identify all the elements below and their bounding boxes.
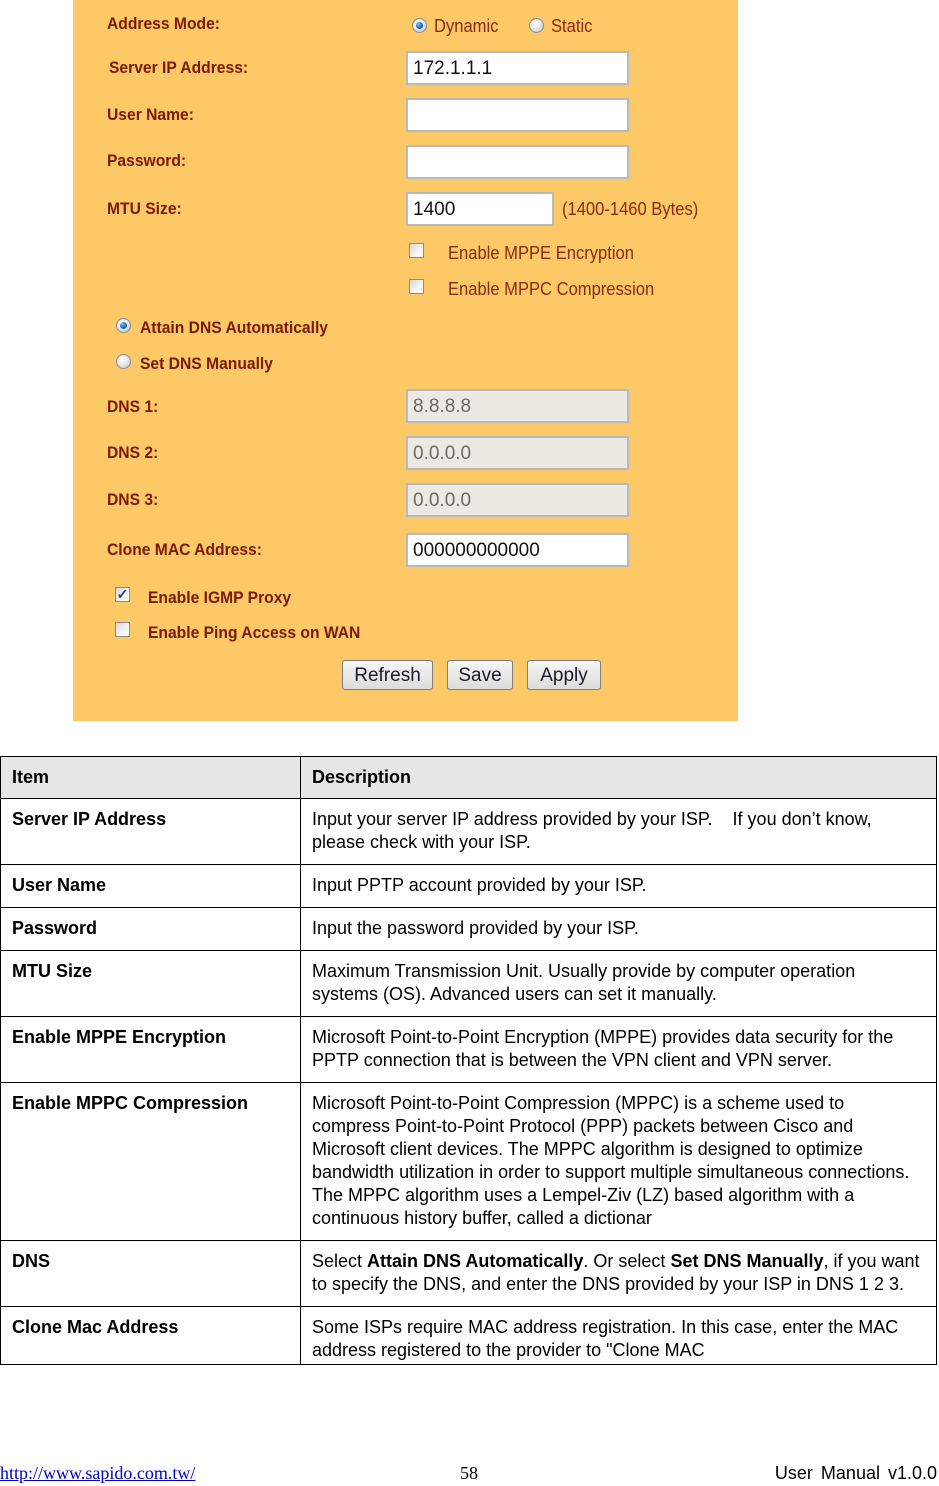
dns-manual-label[interactable]: Set DNS Manually <box>140 354 273 374</box>
row-item: MTU Size <box>0 950 301 1017</box>
dns2-input[interactable]: 0.0.0.0 <box>406 436 629 470</box>
save-button[interactable]: Save <box>447 660 513 690</box>
footer-website-link[interactable]: http://www.sapido.com.tw/ <box>0 1463 195 1484</box>
row-item: Enable MPPC Compression <box>0 1082 301 1241</box>
address-mode-dynamic-radio[interactable] <box>412 18 427 33</box>
table-row: Password Input the password provided by … <box>0 907 937 951</box>
table-row: MTU Size Maximum Transmission Unit. Usua… <box>0 950 937 1017</box>
table-row: Enable MPPC Compression Microsoft Point-… <box>0 1082 937 1241</box>
dns-auto-radio[interactable] <box>116 318 131 333</box>
row-description: Maximum Transmission Unit. Usually provi… <box>300 950 937 1017</box>
apply-button[interactable]: Apply <box>527 660 601 690</box>
clone-mac-input[interactable]: 000000000000 <box>406 533 629 567</box>
row-description: Microsoft Point-to-Point Compression (MP… <box>300 1082 937 1241</box>
dns2-label: DNS 2: <box>107 443 159 462</box>
table-row: Server IP Address Input your server IP a… <box>0 798 937 865</box>
igmp-proxy-label[interactable]: Enable IGMP Proxy <box>148 588 291 608</box>
server-ip-label: Server IP Address: <box>109 58 249 77</box>
row-item: Enable MPPE Encryption <box>0 1016 301 1083</box>
row-description: Select Attain DNS Automatically. Or sele… <box>300 1240 937 1307</box>
mtu-size-hint: (1400-1460 Bytes) <box>562 199 699 219</box>
row-description: Microsoft Point-to-Point Encryption (MPP… <box>300 1016 937 1083</box>
clone-mac-label: Clone MAC Address: <box>107 540 262 559</box>
dns3-label: DNS 3: <box>107 490 159 509</box>
mppe-encryption-checkbox[interactable] <box>409 243 424 258</box>
table-header-row: Item Description <box>0 756 937 799</box>
row-item: User Name <box>0 864 301 908</box>
refresh-button[interactable]: Refresh <box>342 660 433 690</box>
dns-desc-part: . Or select <box>583 1251 671 1271</box>
table-row: Clone Mac Address Some ISPs require MAC … <box>0 1306 937 1365</box>
dns1-label: DNS 1: <box>107 397 159 416</box>
table-row: Enable MPPE Encryption Microsoft Point-t… <box>0 1016 937 1083</box>
row-item: DNS <box>0 1240 301 1307</box>
table-row: DNS Select Attain DNS Automatically. Or … <box>0 1240 937 1307</box>
mppc-compression-checkbox[interactable] <box>409 279 424 294</box>
address-mode-label: Address Mode: <box>107 14 220 33</box>
row-item: Server IP Address <box>0 798 301 865</box>
address-mode-static-radio[interactable] <box>529 18 544 33</box>
row-item: Clone Mac Address <box>0 1306 301 1365</box>
address-mode-static-label[interactable]: Static <box>551 16 592 37</box>
table-row: User Name Input PPTP account provided by… <box>0 864 937 908</box>
dns3-input[interactable]: 0.0.0.0 <box>406 483 629 517</box>
server-ip-input[interactable]: 172.1.1.1 <box>406 51 629 85</box>
address-mode-dynamic-label[interactable]: Dynamic <box>434 16 498 37</box>
dns1-input[interactable]: 8.8.8.8 <box>406 389 629 423</box>
igmp-proxy-checkbox[interactable]: ✓ <box>115 587 130 602</box>
dns-desc-part-bold: Attain DNS Automatically <box>367 1251 584 1271</box>
ping-wan-checkbox[interactable] <box>115 622 130 637</box>
footer-page-number: 58 <box>460 1463 478 1483</box>
mppc-compression-label[interactable]: Enable MPPC Compression <box>448 279 654 300</box>
password-input[interactable] <box>406 145 629 179</box>
dns-desc-part: Select <box>312 1251 368 1271</box>
row-description: Some ISPs require MAC address registrati… <box>300 1306 937 1365</box>
row-description: Input PPTP account provided by your ISP. <box>300 864 937 908</box>
user-name-label: User Name: <box>107 105 194 124</box>
header-description: Description <box>300 756 937 799</box>
row-description: Input your server IP address provided by… <box>300 798 937 865</box>
user-name-input[interactable] <box>406 98 629 132</box>
settings-description-table: Item Description Server IP Address Input… <box>0 756 937 1365</box>
pptp-settings-panel: Address Mode: Dynamic Static Server IP A… <box>73 0 738 721</box>
mtu-size-input[interactable]: 1400 <box>406 192 554 226</box>
mppe-encryption-label[interactable]: Enable MPPE Encryption <box>448 243 634 264</box>
row-item: Password <box>0 907 301 951</box>
footer-version: User Manual v1.0.0 <box>774 1463 937 1483</box>
dns-auto-label[interactable]: Attain DNS Automatically <box>140 318 328 338</box>
ping-wan-label[interactable]: Enable Ping Access on WAN <box>148 623 360 643</box>
dns-desc-part-bold: Set DNS Manually <box>670 1251 824 1271</box>
password-label: Password: <box>107 151 187 170</box>
header-item: Item <box>0 756 301 799</box>
dns-manual-radio[interactable] <box>116 354 131 369</box>
row-description: Input the password provided by your ISP. <box>300 907 937 951</box>
mtu-size-label: MTU Size: <box>107 199 182 218</box>
